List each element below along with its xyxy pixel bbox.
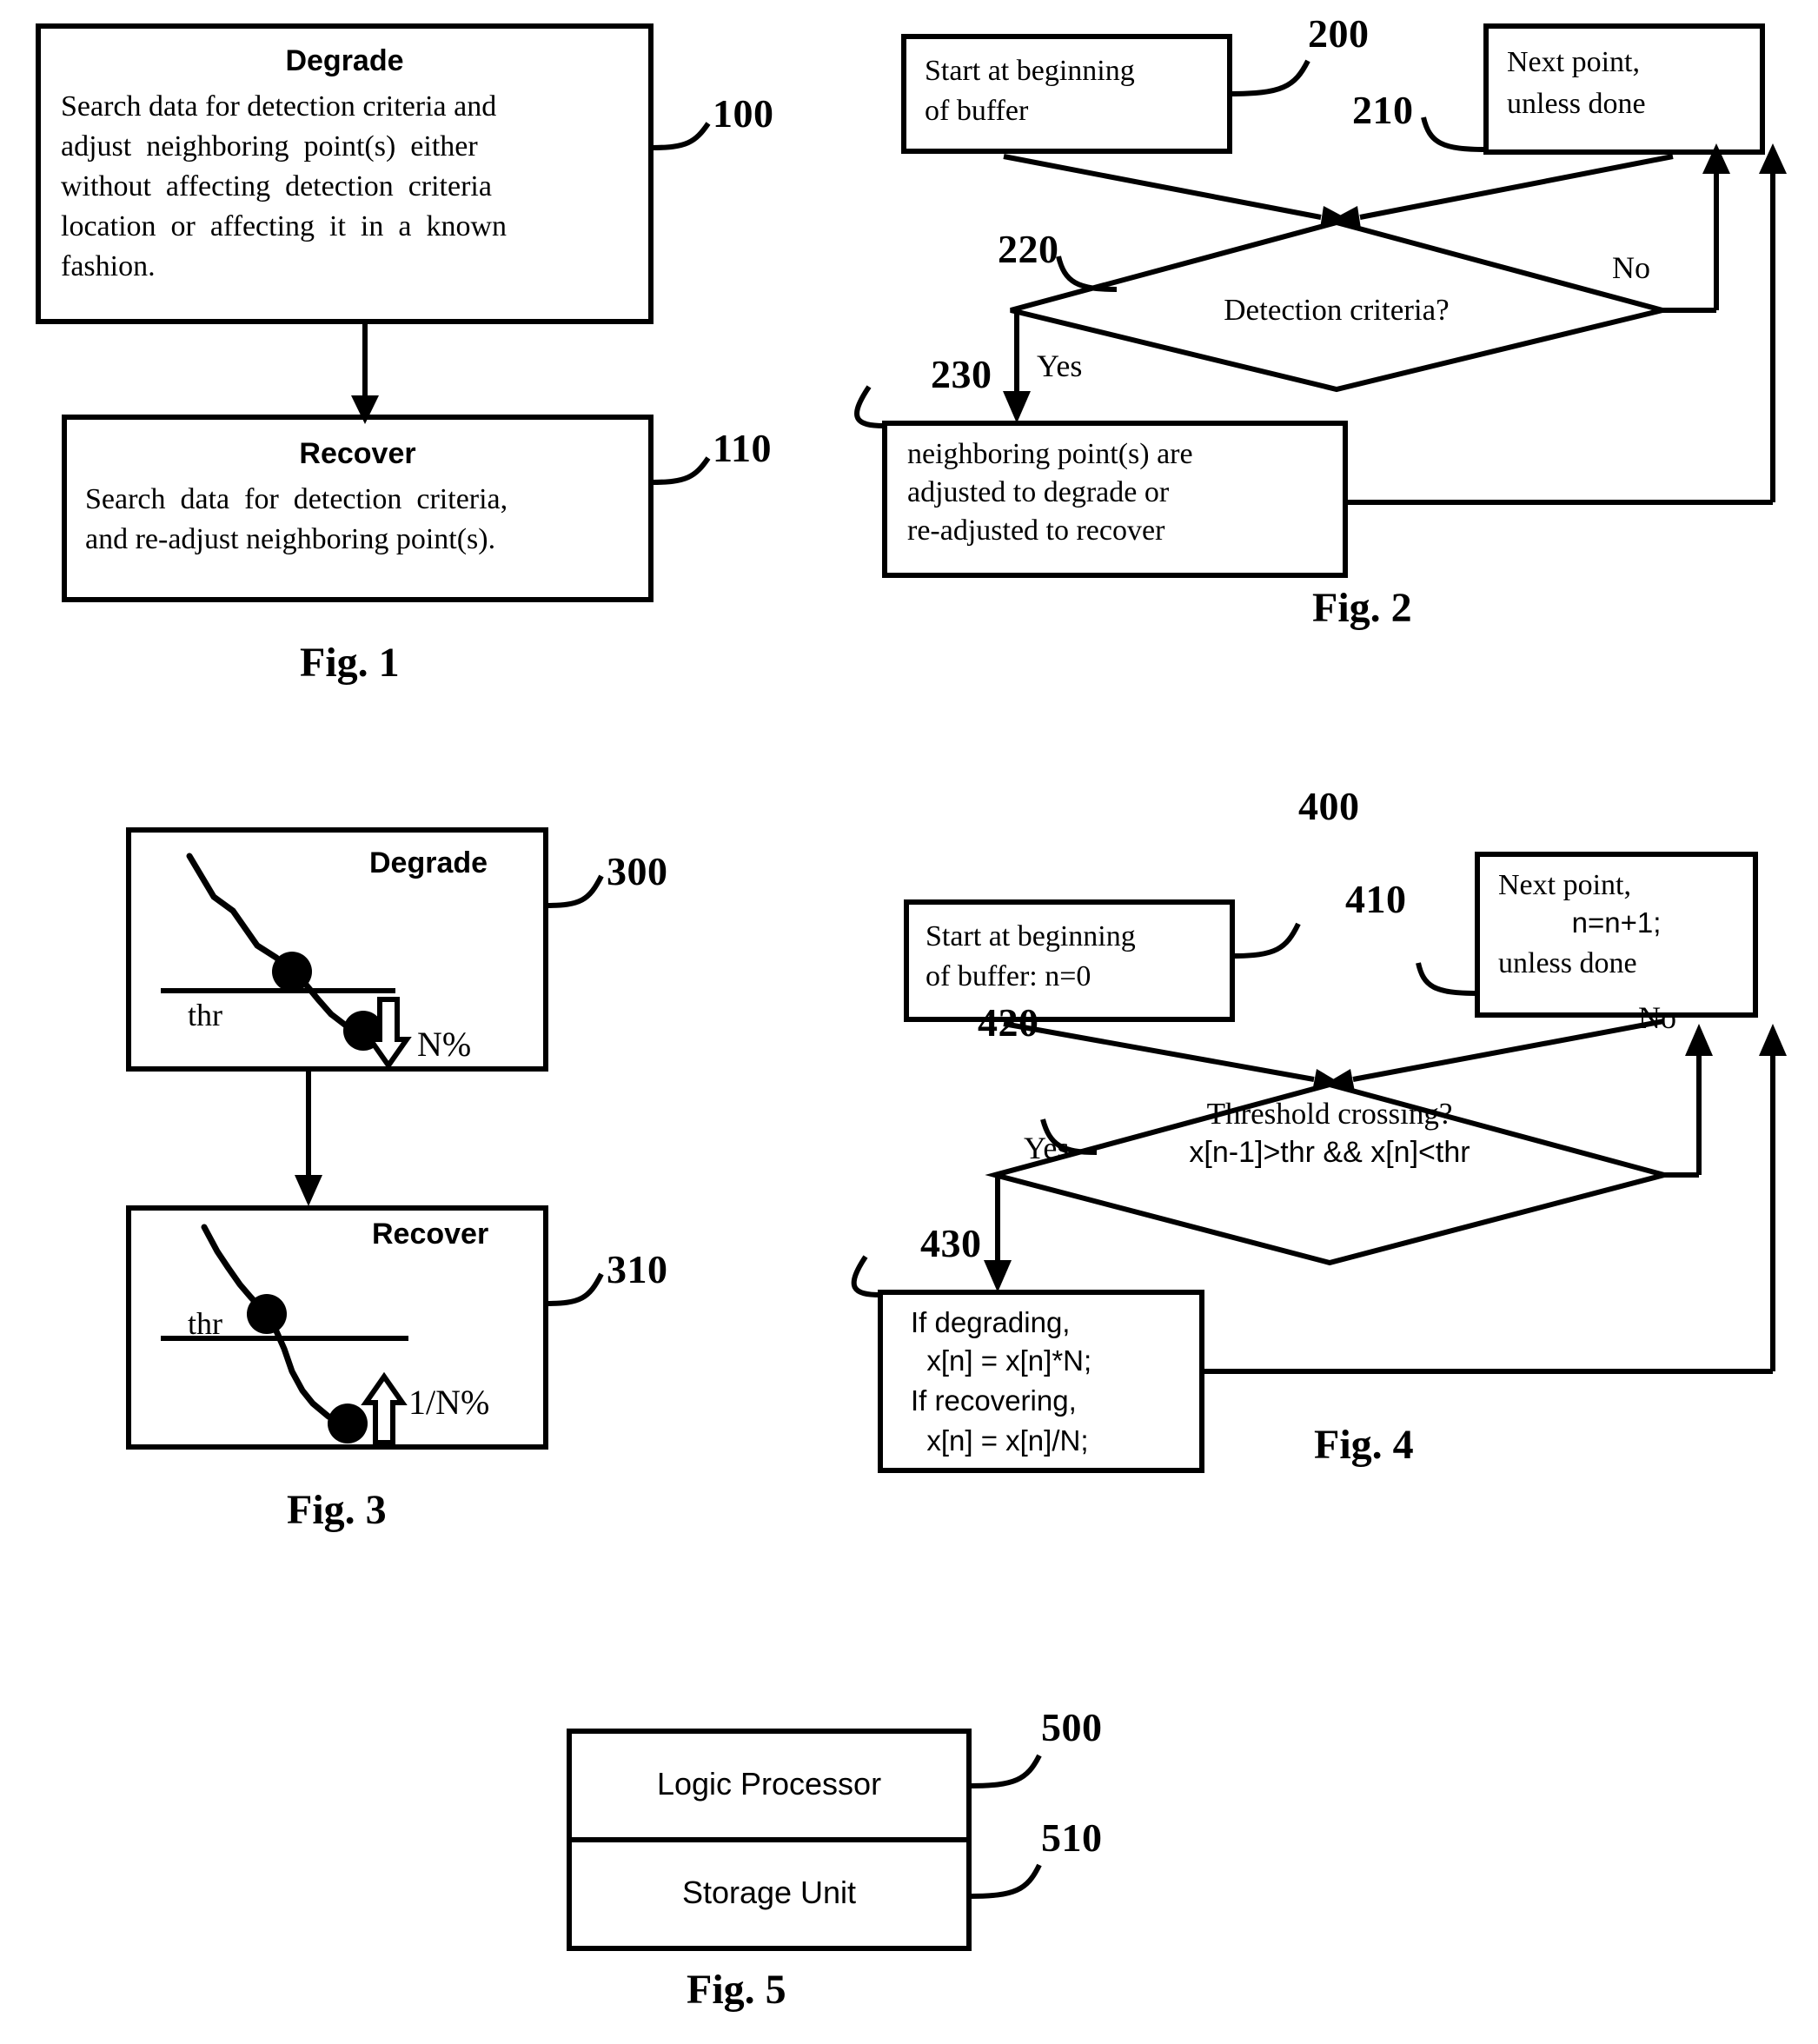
fig5-storage-unit-label: Storage Unit (681, 1875, 857, 1910)
fig4-start-line-2: of buffer: n=0 (926, 960, 1091, 992)
fig5-logic-processor-label: Logic Processor (656, 1766, 882, 1802)
fig4-decision-ref: 420 (978, 1000, 1039, 1045)
fig2-action-line-2: adjusted to degrade or (907, 476, 1170, 508)
fig4-branch-no: No (1638, 1000, 1676, 1035)
fig4-next-line-1: Next point, (1498, 869, 1631, 901)
fig4-decision-line-2: x[n-1]>thr && x[n]<thr (1189, 1136, 1470, 1169)
fig4-branch-yes: Yes (1024, 1131, 1070, 1165)
fig2-branch-no: No (1612, 250, 1650, 285)
fig2-action-line-1: neighboring point(s) are (907, 438, 1193, 470)
fig4-action-line-3: If recovering, (911, 1384, 1077, 1417)
fig4-next-line-3: unless done (1498, 947, 1637, 979)
fig4-start-line-1: Start at beginning (926, 920, 1136, 952)
fig2-action-line-3: re-adjusted to recover (907, 514, 1165, 547)
fig4-action-line-4: x[n] = x[n]/N; (911, 1424, 1089, 1457)
fig5-logic-processor-box: Logic Processor (569, 1731, 969, 1840)
fig4-next-box: Next point, n=n+1; unless done (1477, 854, 1755, 1015)
fig2-next-line-1: Next point, (1507, 46, 1640, 78)
fig5-storage-unit-ref: 510 (1041, 1815, 1103, 1860)
fig2-start-box: Start at beginning of buffer (904, 36, 1230, 151)
fig2-action-box: neighboring point(s) are adjusted to deg… (885, 423, 1345, 575)
fig2-decision-text: Detection criteria? (1224, 293, 1450, 327)
fig4-next-ref: 410 (1345, 877, 1407, 921)
figure-4: Start at beginning of buffer: n=0 400 Ne… (0, 782, 1818, 1616)
fig2-label: Fig. 2 (1312, 585, 1412, 631)
fig4-action-line-1: If degrading, (911, 1306, 1071, 1338)
fig2-start-ref: 200 (1308, 11, 1370, 56)
fig4-action-ref: 430 (920, 1221, 982, 1265)
fig2-start-line-1: Start at beginning (925, 55, 1135, 87)
fig5-logic-processor-ref: 500 (1041, 1705, 1103, 1749)
fig2-next-box: Next point, unless done (1486, 26, 1762, 152)
fig2-branch-yes: Yes (1037, 348, 1083, 383)
fig4-label: Fig. 4 (1314, 1422, 1414, 1468)
fig4-decision-line-1: Threshold crossing? (1206, 1097, 1453, 1131)
fig4-start-box: Start at beginning of buffer: n=0 (906, 902, 1232, 1019)
fig5-storage-unit-box: Storage Unit (569, 1840, 969, 1948)
fig2-action-ref: 230 (931, 352, 992, 396)
fig2-next-ref: 210 (1352, 88, 1414, 132)
patent-drawing-sheet: Degrade Search data for detection criter… (0, 0, 1818, 2044)
fig4-action-box: If degrading, x[n] = x[n]*N; If recoveri… (880, 1292, 1202, 1470)
fig5-label: Fig. 5 (687, 1967, 786, 2013)
figure-2: Start at beginning of buffer 200 Next po… (0, 0, 1818, 660)
fig4-next-line-2: n=n+1; (1571, 906, 1662, 939)
fig2-decision-ref: 220 (998, 227, 1059, 271)
fig4-start-ref: 400 (1298, 784, 1360, 828)
figure-5: Logic Processor 500 Storage Unit 510 Fig… (0, 1703, 1818, 2044)
fig2-start-line-2: of buffer (925, 95, 1029, 127)
fig4-action-line-2: x[n] = x[n]*N; (911, 1344, 1092, 1377)
fig2-next-line-2: unless done (1507, 88, 1646, 120)
